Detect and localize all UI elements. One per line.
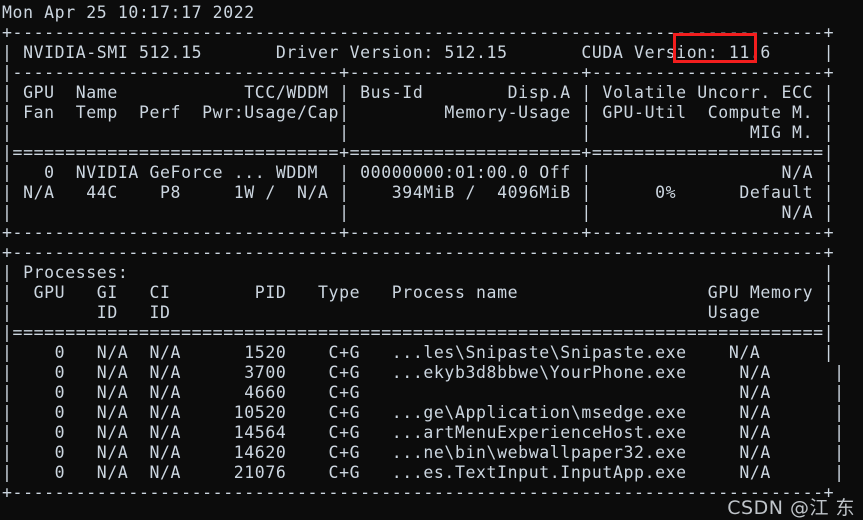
smi-top-border: +---------------------------------------… [2, 23, 835, 42]
smi-version-line: | NVIDIA-SMI 512.15 Driver Version: 512.… [2, 43, 835, 62]
gpu-row-line-1: | 0 NVIDIA GeForce ... WDDM | 00000000:0… [2, 163, 835, 182]
gpu-table-header-rule: |===============================+=======… [2, 143, 835, 162]
process-row: | 0 N/A N/A 3700 C+G ...ekyb3d8bbwe\Your… [2, 363, 845, 382]
process-row: | 0 N/A N/A 21076 C+G ...es.TextInput.In… [2, 463, 845, 482]
processes-top-border: +---------------------------------------… [2, 243, 835, 262]
processes-header-rule: |=======================================… [2, 323, 835, 342]
process-row: | 0 N/A N/A 10520 C+G ...ge\Application\… [2, 403, 845, 422]
gpu-table-header-row-2: | Fan Temp Perf Pwr:Usage/Cap| Memory-Us… [2, 103, 835, 122]
terminal-window[interactable]: Mon Apr 25 10:17:17 2022 +--------------… [0, 0, 863, 520]
gpu-row-line-3: | | | N/A | [2, 203, 835, 222]
gpu-table-header-row-1: | GPU Name TCC/WDDM | Bus-Id Disp.A | Vo… [2, 83, 835, 102]
process-row: | 0 N/A N/A 1520 C+G ...les\Snipaste\Sni… [2, 343, 835, 362]
gpu-table-bottom-border: +-------------------------------+-------… [2, 223, 835, 242]
process-row: | 0 N/A N/A 14564 C+G ...artMenuExperien… [2, 423, 845, 442]
datestamp-line: Mon Apr 25 10:17:17 2022 [2, 3, 255, 22]
smi-header-separator: |-------------------------------+-------… [2, 63, 835, 82]
processes-header-row-2: | ID ID Usage | [2, 303, 835, 322]
process-row: | 0 N/A N/A 4660 C+G N/A | [2, 383, 845, 402]
process-row: | 0 N/A N/A 14620 C+G ...ne\bin\webwallp… [2, 443, 845, 462]
processes-title-line: | Processes: | [2, 263, 835, 282]
processes-header-row-1: | GPU GI CI PID Type Process name GPU Me… [2, 283, 835, 302]
gpu-table-header-row-3: | | | MIG M. | [2, 123, 835, 142]
gpu-row-line-2: | N/A 44C P8 1W / N/A | 394MiB / 4096MiB… [2, 183, 835, 202]
csdn-watermark: CSDN @江 东 [727, 497, 855, 519]
